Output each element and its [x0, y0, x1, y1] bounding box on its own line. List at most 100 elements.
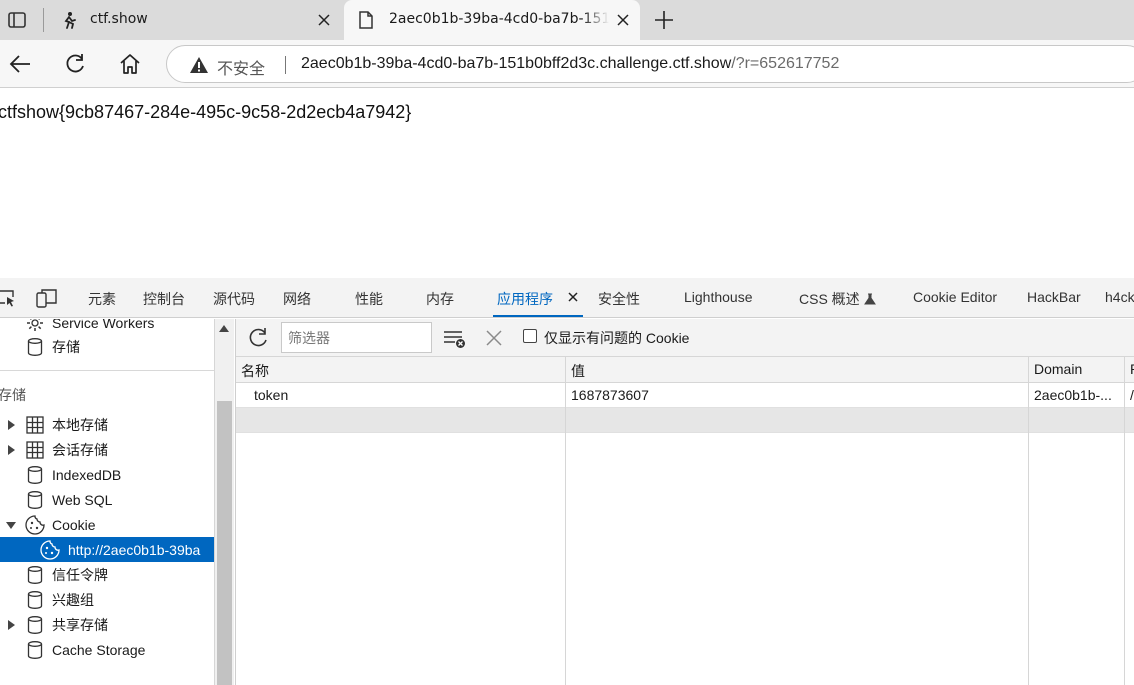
- sidebar-item-label: Web SQL: [52, 491, 113, 508]
- expand-arrow-icon[interactable]: [6, 419, 16, 430]
- cookie-table: 名称 值 Domain P token 1687873607 2aec0b1b-…: [236, 357, 1134, 685]
- security-label[interactable]: 不安全: [217, 55, 265, 79]
- new-tab-button[interactable]: [652, 9, 676, 31]
- tab-actions-menu-button[interactable]: [0, 5, 34, 35]
- cookie-panel: 仅显示有问题的 Cookie 名称 值 Domain P token 16878…: [235, 319, 1134, 685]
- close-icon: [486, 330, 502, 346]
- tab-title: ctf.show: [90, 11, 148, 27]
- cookie-toolbar: 仅显示有问题的 Cookie: [236, 319, 1134, 357]
- devtools-tab-h4ck[interactable]: h4ck: [1105, 289, 1134, 305]
- column-header-domain[interactable]: Domain: [1034, 361, 1082, 377]
- column-header-path[interactable]: P: [1130, 361, 1134, 377]
- tab-ctfshow[interactable]: ctf.show: [48, 0, 340, 40]
- sidebar-item-cookie-origin[interactable]: http://2aec0b1b-39ba: [0, 537, 214, 562]
- sidebar-item-cache-storage[interactable]: Cache Storage: [0, 637, 214, 662]
- inspect-element-button[interactable]: [0, 288, 18, 308]
- sidebar-item-indexeddb[interactable]: IndexedDB: [0, 462, 214, 487]
- devtools-tab-console[interactable]: 控制台: [143, 289, 185, 309]
- address-bar[interactable]: 不安全 2aec0b1b-39ba-4cd0-ba7b-151b0bff2d3c…: [166, 45, 1134, 83]
- sidebar-item-label: http://2aec0b1b-39ba: [68, 541, 201, 558]
- column-divider[interactable]: [1124, 357, 1125, 685]
- expand-arrow-icon[interactable]: [6, 444, 16, 455]
- plus-icon: [655, 11, 673, 29]
- back-arrow-icon: [9, 55, 30, 73]
- clear-filter-icon: [444, 331, 465, 348]
- sidebar-divider: [0, 370, 214, 371]
- sidebar-item-label: 共享存储: [52, 616, 108, 633]
- tab-close-button[interactable]: [314, 10, 334, 30]
- css-overview-label: CSS 概述: [799, 291, 860, 307]
- column-divider[interactable]: [565, 357, 566, 685]
- scrollbar-thumb[interactable]: [217, 401, 232, 685]
- grid-icon: [25, 440, 45, 460]
- refresh-icon: [249, 328, 267, 347]
- devtools-tab-cookie-editor[interactable]: Cookie Editor: [913, 289, 997, 305]
- column-header-value[interactable]: 值: [571, 361, 585, 381]
- database-icon: [25, 565, 45, 585]
- cookie-name-cell: token: [254, 387, 289, 403]
- sidebar-item-label: 信任令牌: [52, 566, 108, 583]
- sidebar-item-shared-storage[interactable]: 共享存储: [0, 612, 214, 637]
- table-row[interactable]: token 1687873607 2aec0b1b-... /: [236, 383, 1134, 408]
- scroll-up-arrow-icon[interactable]: [219, 323, 229, 333]
- only-issues-label[interactable]: 仅显示有问题的 Cookie: [544, 328, 689, 348]
- refresh-button[interactable]: [61, 50, 89, 78]
- database-icon: [25, 640, 45, 660]
- devtools-tab-memory[interactable]: 内存: [426, 289, 454, 309]
- sidebar-item-label: Cookie: [52, 516, 96, 533]
- devtools-tab-sources[interactable]: 源代码: [213, 289, 255, 309]
- page-viewport: ctfshow{9cb87467-284e-495c-9c58-2d2ecb4a…: [0, 89, 1134, 278]
- devtools-tab-performance[interactable]: 性能: [355, 289, 383, 309]
- devtools-tab-elements[interactable]: 元素: [88, 289, 116, 309]
- refresh-cookies-button[interactable]: [246, 326, 270, 350]
- url-text[interactable]: 2aec0b1b-39ba-4cd0-ba7b-151b0bff2d3c.cha…: [301, 55, 839, 73]
- tab-separator: [43, 8, 44, 32]
- devtools-tab-css-overview[interactable]: CSS 概述: [799, 289, 876, 309]
- devtools-tab-bar: 元素 控制台 源代码 网络 性能 内存 应用程序 安全性 Lighthouse …: [0, 278, 1134, 318]
- devtools-tab-hackbar[interactable]: HackBar: [1027, 289, 1081, 305]
- expand-arrow-icon[interactable]: [6, 619, 16, 630]
- page-flag-text: ctfshow{9cb87467-284e-495c-9c58-2d2ecb4a…: [0, 102, 412, 122]
- devtools-tab-security[interactable]: 安全性: [598, 289, 640, 309]
- sidebar-item-storage-overview[interactable]: 存储: [0, 334, 214, 359]
- url-path: /?r=652617752: [731, 55, 840, 72]
- delete-selected-button[interactable]: [484, 328, 504, 348]
- devtools-tab-lighthouse[interactable]: Lighthouse: [684, 289, 753, 305]
- sidebar-item-interest-groups[interactable]: 兴趣组: [0, 587, 214, 612]
- sidebar-item-web-sql[interactable]: Web SQL: [0, 487, 214, 512]
- tab-challenge[interactable]: 2aec0b1b-39ba-4cd0-ba7b-151b0bff2d3c.cha…: [344, 0, 640, 40]
- back-button[interactable]: [6, 50, 34, 78]
- column-divider[interactable]: [1028, 357, 1029, 685]
- sidebar-item-local-storage[interactable]: 本地存储: [0, 412, 214, 437]
- sidebar-scrollbar[interactable]: [214, 319, 234, 685]
- database-icon: [25, 490, 45, 510]
- ctfshow-favicon-icon: [60, 10, 80, 30]
- sidebar-item-session-storage[interactable]: 会话存储: [0, 437, 214, 462]
- close-icon: [617, 14, 629, 26]
- sidebar-item-service-workers[interactable]: Service Workers: [0, 319, 214, 335]
- cookie-filter-input[interactable]: [281, 322, 432, 353]
- database-icon: [25, 465, 45, 485]
- home-button[interactable]: [116, 50, 144, 78]
- cookie-domain-cell: 2aec0b1b-...: [1034, 387, 1112, 403]
- table-row-empty[interactable]: [236, 408, 1134, 433]
- sidebar-item-label: Cache Storage: [52, 641, 146, 658]
- tab-close-button[interactable]: [613, 10, 633, 30]
- devtools-tab-application[interactable]: 应用程序: [497, 289, 553, 309]
- device-emulation-button[interactable]: [36, 288, 58, 308]
- active-tab-indicator: [493, 315, 583, 317]
- address-separator: [285, 56, 286, 74]
- only-issues-checkbox[interactable]: [523, 329, 537, 343]
- warning-icon[interactable]: [189, 56, 209, 74]
- cookie-path-cell: /: [1130, 387, 1134, 403]
- sidebar-item-cookie[interactable]: Cookie: [0, 512, 214, 537]
- sidebar-item-label: 存储: [52, 338, 80, 355]
- collapse-arrow-icon[interactable]: [6, 520, 16, 530]
- close-tab-button[interactable]: [566, 290, 580, 304]
- sidebar-item-trust-tokens[interactable]: 信任令牌: [0, 562, 214, 587]
- clear-all-cookies-button[interactable]: [443, 329, 467, 349]
- devtools-tab-network[interactable]: 网络: [283, 289, 311, 309]
- tab-title: 2aec0b1b-39ba-4cd0-ba7b-151b0bff2d3c.cha…: [389, 11, 609, 27]
- sidebar-item-label: IndexedDB: [52, 466, 122, 483]
- column-header-name[interactable]: 名称: [241, 361, 269, 381]
